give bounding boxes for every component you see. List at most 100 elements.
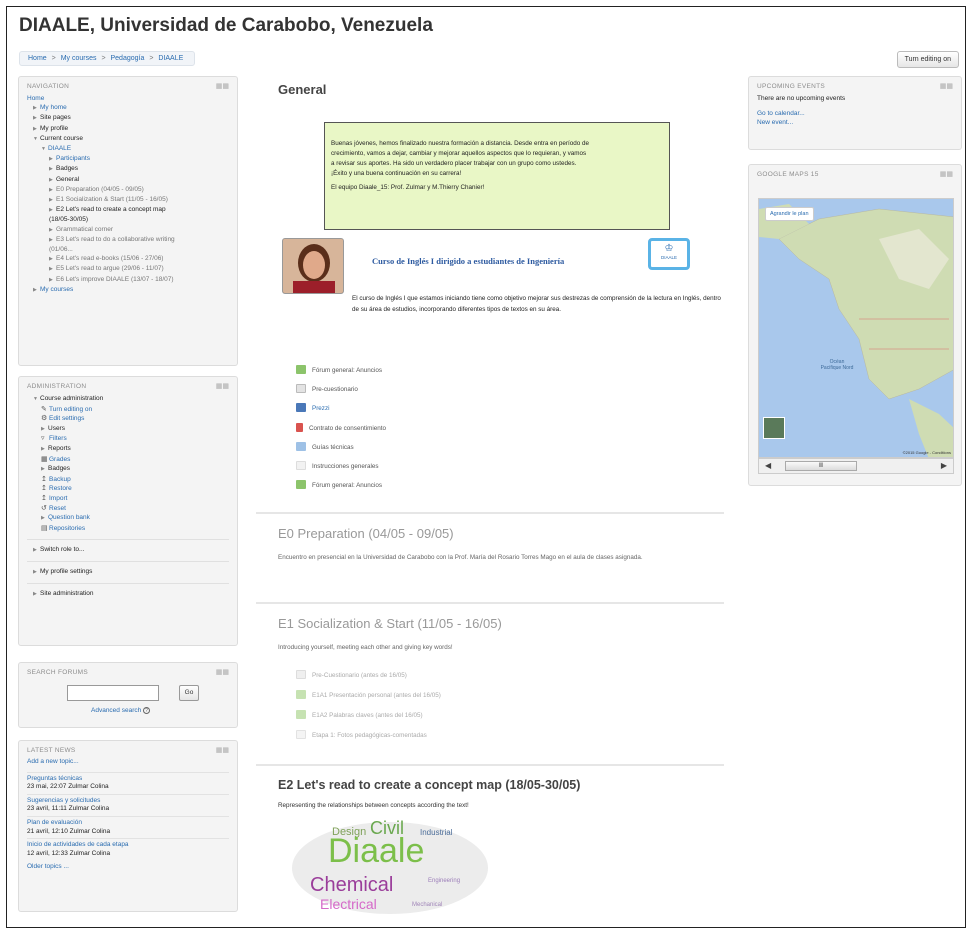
- admin-site-administration[interactable]: Site administration: [40, 590, 93, 597]
- activity-label[interactable]: Pre-cuestionario: [312, 386, 358, 393]
- admin-backup[interactable]: Backup: [49, 476, 71, 483]
- news-item-title[interactable]: Plan de evaluación: [27, 819, 229, 828]
- activity-label[interactable]: E1A2 Palabras claves (antes del 16/05): [312, 712, 423, 719]
- activity-item[interactable]: E1A1 Presentación personal (antes del 16…: [296, 690, 441, 699]
- news-item: Preguntas técnicas 23 mai, 22:07 Zulmar …: [27, 771, 229, 792]
- scroll-right-arrow-icon[interactable]: ▶: [941, 461, 947, 470]
- triangle-icon: ▶: [33, 115, 37, 122]
- nav-my-courses[interactable]: My courses: [40, 286, 73, 293]
- nav-home[interactable]: Home: [27, 94, 229, 103]
- activity-label[interactable]: Guías técnicas: [312, 444, 354, 451]
- section-summary-e1: Introducing yourself, meeting each other…: [278, 644, 453, 651]
- activity-item[interactable]: Pre-Cuestionario (antes de 16/05): [296, 670, 407, 679]
- activity-item[interactable]: Instrucciones generales: [296, 461, 379, 470]
- filter-icon: ▿: [41, 435, 45, 443]
- activity-item[interactable]: Prezzi: [296, 403, 330, 412]
- block-controls-icon[interactable]: ▦▦: [940, 170, 953, 178]
- activity-item[interactable]: Etapa 1: Fotos pedagógicas-comentadas: [296, 730, 427, 739]
- notice-line: a revisar sus aportes. Ha sido un verdad…: [331, 160, 577, 167]
- help-icon[interactable]: ?: [143, 707, 151, 714]
- activity-label[interactable]: Pre-Cuestionario (antes de 16/05): [312, 672, 407, 679]
- admin-profile-settings[interactable]: My profile settings: [40, 568, 92, 575]
- turn-editing-on-button[interactable]: Turn editing on: [896, 51, 959, 68]
- admin-reset[interactable]: Reset: [49, 505, 66, 512]
- activity-item[interactable]: Fórum general: Anuncios: [296, 480, 382, 489]
- admin-course-administration[interactable]: Course administration: [40, 395, 103, 402]
- nav-site-pages[interactable]: Site pages: [40, 114, 71, 121]
- nav-e0[interactable]: E0 Preparation (04/05 - 09/05): [56, 186, 144, 193]
- news-item-title[interactable]: Inicio de actividades de cada etapa: [27, 841, 229, 850]
- search-forums-input[interactable]: [67, 685, 159, 701]
- forum-icon: [296, 690, 306, 699]
- teacher-portrait: [283, 239, 343, 293]
- block-controls-icon[interactable]: ▦▦: [216, 382, 229, 390]
- nav-e2[interactable]: E2 Let's read to create a concept map (1…: [49, 206, 166, 223]
- admin-edit-settings[interactable]: Edit settings: [49, 415, 84, 422]
- map-thumbnail[interactable]: [763, 417, 785, 439]
- reset-icon: ↺: [41, 504, 47, 512]
- activity-item[interactable]: Fórum general: Anuncios: [296, 365, 382, 374]
- activity-label[interactable]: Instrucciones generales: [312, 463, 379, 470]
- nav-current-course[interactable]: Current course: [40, 135, 83, 142]
- admin-users[interactable]: Users: [48, 425, 65, 432]
- breadcrumb-home[interactable]: Home: [28, 55, 47, 62]
- activity-label[interactable]: E1A1 Presentación personal (antes del 16…: [312, 692, 441, 699]
- quiz-icon: [296, 384, 306, 393]
- activity-item[interactable]: E1A2 Palabras claves (antes del 16/05): [296, 710, 423, 719]
- activity-label[interactable]: Etapa 1: Fotos pedagógicas-comentadas: [312, 732, 427, 739]
- admin-badges[interactable]: Badges: [48, 465, 70, 472]
- activity-label[interactable]: Fórum general: Anuncios: [312, 482, 382, 489]
- breadcrumb-category[interactable]: Pedagogía: [110, 55, 144, 62]
- admin-filters[interactable]: Filters: [49, 435, 67, 442]
- enlarge-map-button[interactable]: Agrandir le plan: [765, 207, 814, 221]
- nav-e4[interactable]: E4 Let's read e-books (15/06 - 27/06): [56, 255, 163, 262]
- admin-restore[interactable]: Restore: [49, 485, 72, 492]
- scroll-left-arrow-icon[interactable]: ◀: [765, 461, 771, 470]
- block-controls-icon[interactable]: ▦▦: [216, 746, 229, 754]
- block-controls-icon[interactable]: ▦▦: [216, 668, 229, 676]
- admin-reports[interactable]: Reports: [48, 445, 71, 452]
- block-controls-icon[interactable]: ▦▦: [216, 82, 229, 90]
- nav-e3[interactable]: E3 Let's read to do a collaborative writ…: [49, 236, 175, 253]
- go-to-calendar-link[interactable]: Go to calendar...: [757, 109, 953, 118]
- nav-participants[interactable]: Participants: [56, 155, 90, 162]
- activity-item[interactable]: Guías técnicas: [296, 442, 354, 451]
- admin-repositories[interactable]: Repositories: [49, 525, 85, 532]
- page-icon: [296, 730, 306, 739]
- map-horizontal-scrollbar[interactable]: ◀ ‖‖ ▶: [758, 458, 954, 474]
- breadcrumb-course[interactable]: DIAALE: [158, 55, 183, 62]
- admin-switch-role[interactable]: Switch role to...: [40, 546, 84, 553]
- nav-general[interactable]: General: [56, 176, 79, 183]
- news-item-title[interactable]: Preguntas técnicas: [27, 775, 229, 784]
- map-view[interactable]: Agrandir le plan Océan Pacifique Nord ©2…: [758, 198, 954, 458]
- activity-label[interactable]: Contrato de consentimiento: [309, 425, 386, 432]
- nav-grammatical-corner[interactable]: Grammatical corner: [56, 226, 113, 233]
- add-new-topic-link[interactable]: Add a new topic...: [27, 758, 229, 767]
- admin-import[interactable]: Import: [49, 495, 67, 502]
- admin-question-bank[interactable]: Question bank: [48, 514, 90, 521]
- nav-badges[interactable]: Badges: [56, 165, 78, 172]
- new-event-link[interactable]: New event...: [757, 118, 953, 127]
- nav-my-profile[interactable]: My profile: [40, 125, 68, 132]
- nav-e1[interactable]: E1 Socialization & Start (11/05 - 16/05): [56, 196, 168, 203]
- search-go-button[interactable]: Go: [179, 685, 199, 701]
- nav-course-diaale[interactable]: DIAALE: [48, 145, 71, 152]
- older-topics-link[interactable]: Older topics ...: [27, 863, 229, 872]
- nav-e6[interactable]: E6 Let's improve DIAALE (13/07 - 18/07): [56, 276, 174, 283]
- admin-grades[interactable]: Grades: [49, 456, 70, 463]
- pencil-icon: ✎: [41, 405, 47, 413]
- advanced-search-link[interactable]: Advanced search: [91, 707, 141, 714]
- block-controls-icon[interactable]: ▦▦: [940, 82, 953, 90]
- activity-label[interactable]: Prezzi: [312, 405, 330, 412]
- admin-turn-editing-on[interactable]: Turn editing on: [49, 406, 92, 413]
- activity-label[interactable]: Fórum general: Anuncios: [312, 367, 382, 374]
- nav-my-home[interactable]: My home: [40, 104, 67, 111]
- news-item-title[interactable]: Sugerencias y solicitudes: [27, 797, 229, 806]
- breadcrumb-my-courses[interactable]: My courses: [61, 55, 97, 62]
- activity-item[interactable]: Contrato de consentimiento: [296, 423, 386, 432]
- announcement-box: Buenas jóvenes, hemos finalizado nuestra…: [324, 122, 670, 230]
- triangle-icon: ▶: [49, 266, 53, 273]
- activity-item[interactable]: Pre-cuestionario: [296, 384, 358, 393]
- scroll-thumb[interactable]: ‖‖: [785, 461, 857, 471]
- nav-e5[interactable]: E5 Let's read to argue (29/06 - 11/07): [56, 265, 164, 272]
